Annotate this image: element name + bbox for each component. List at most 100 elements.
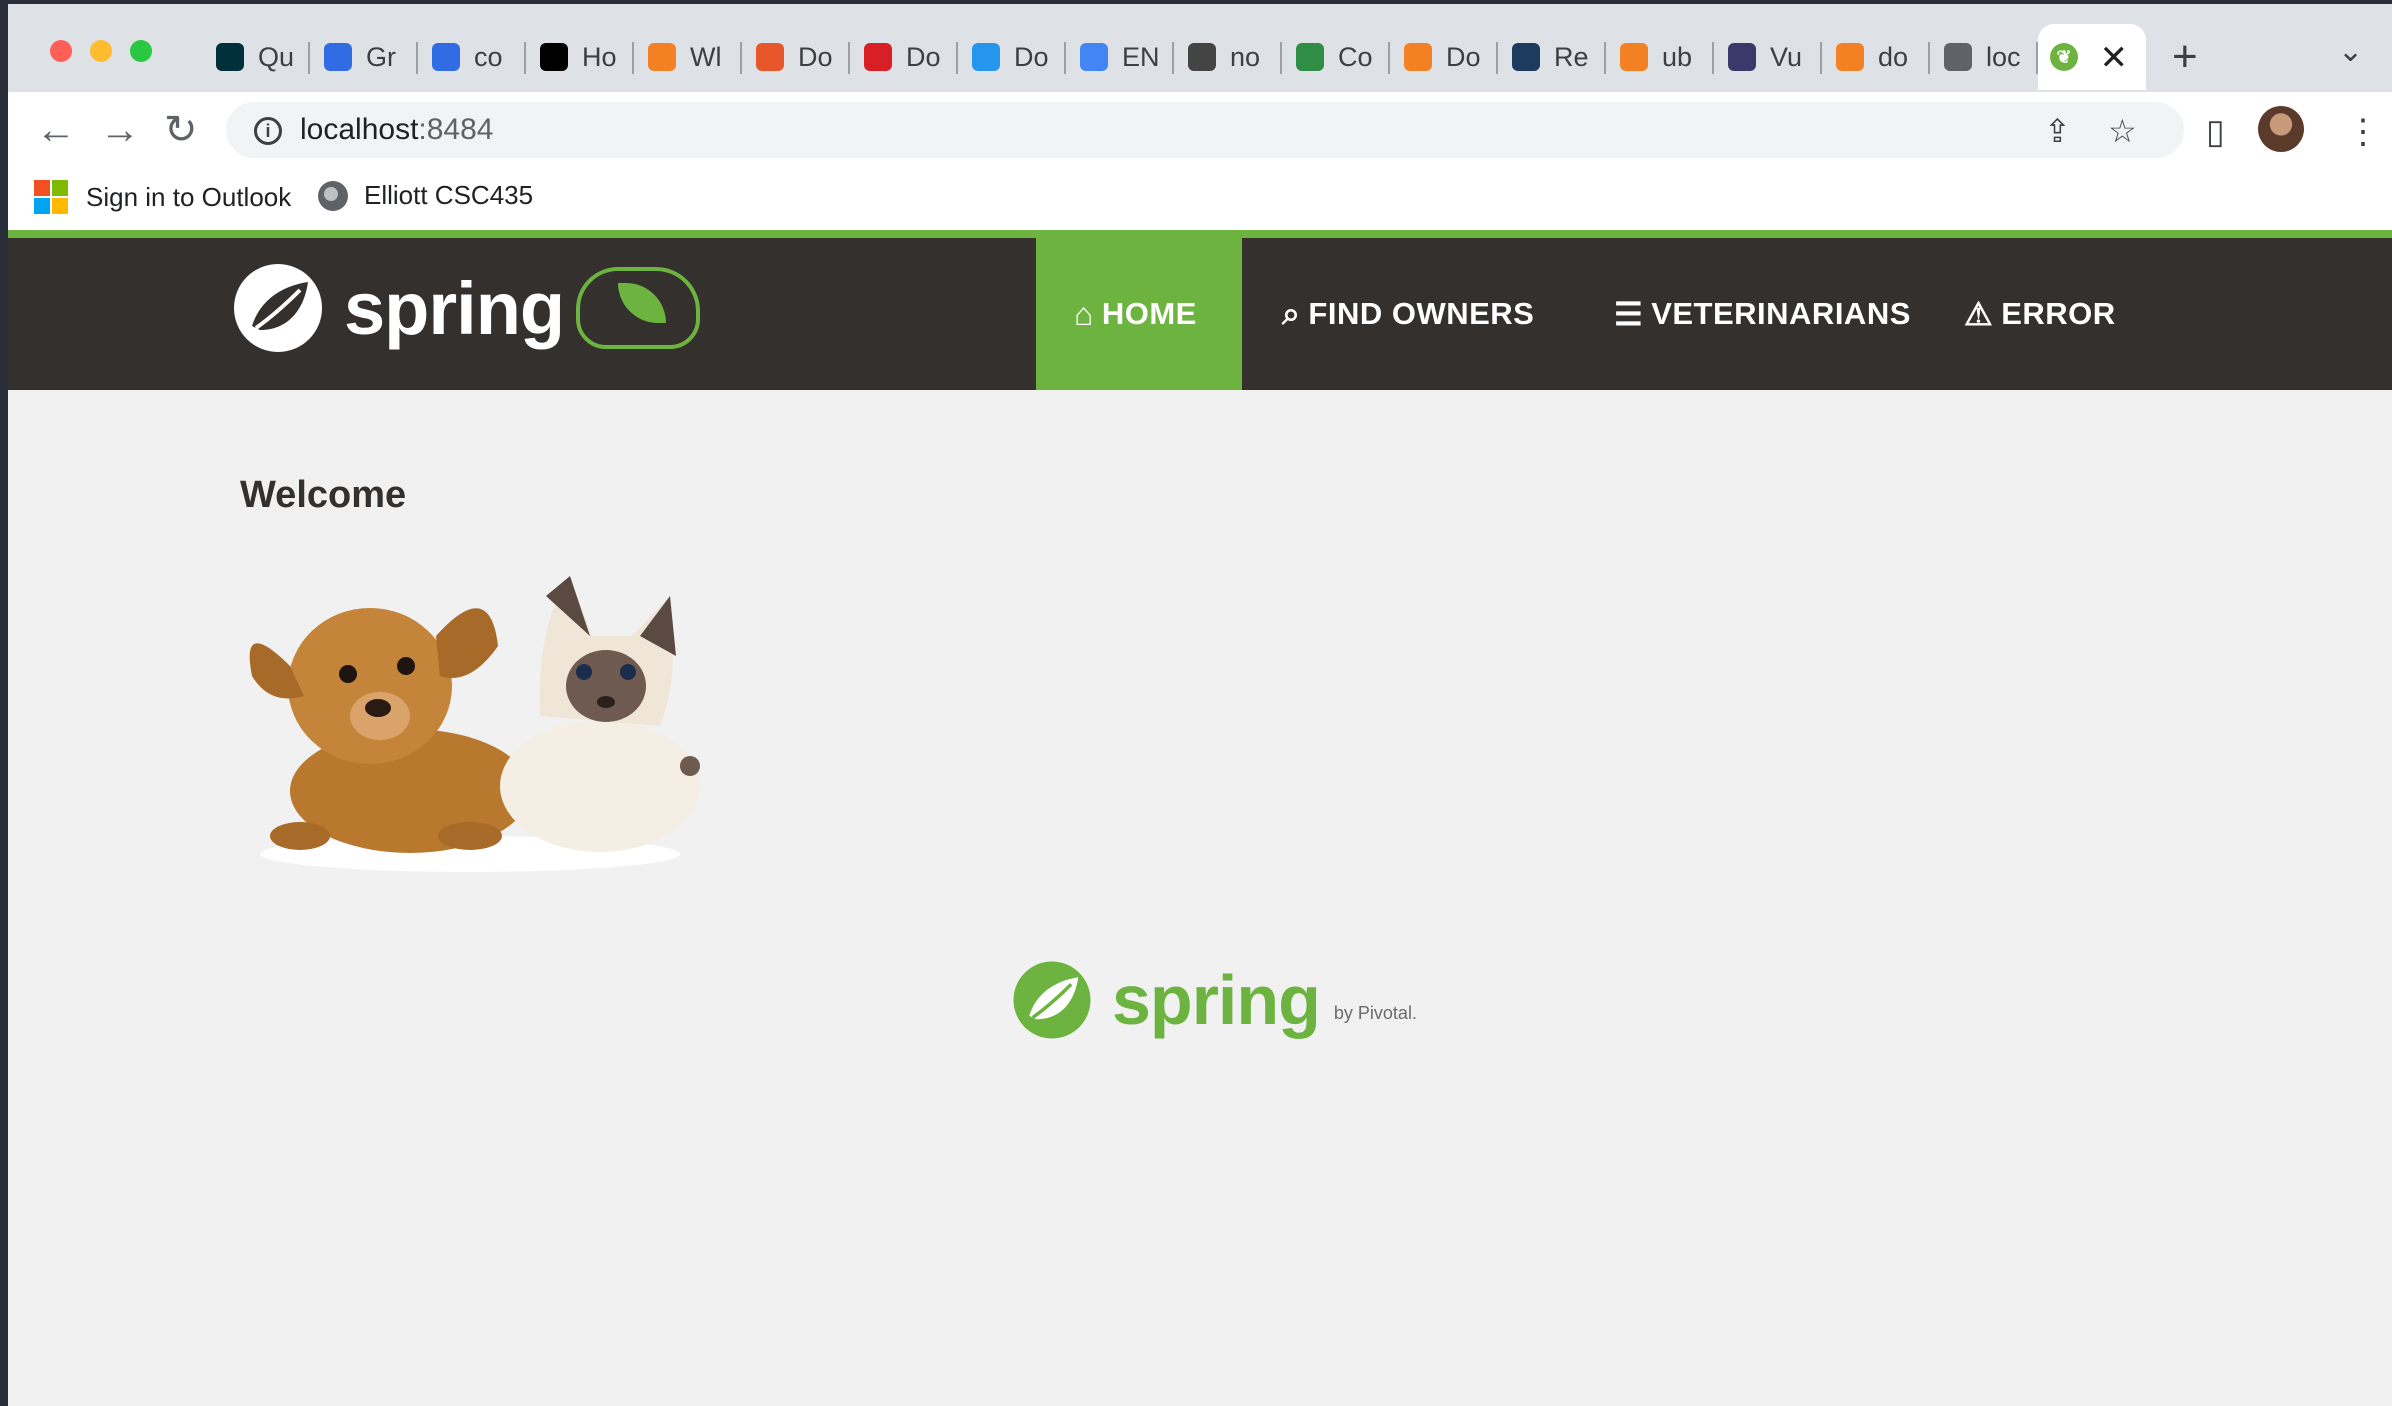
browser-tab[interactable]: Do [960, 24, 1066, 90]
tab-separator [956, 42, 958, 74]
stackoverflow-icon [1836, 43, 1864, 71]
spring-leaf-icon [1013, 961, 1091, 1039]
tab-separator [416, 42, 418, 74]
close-tab-icon[interactable]: ✕ [2100, 38, 2129, 78]
tab-separator [1928, 42, 1930, 74]
tab-separator [1172, 42, 1174, 74]
nav-find-owners[interactable]: ⌕ FIND OWNERS [1244, 238, 1572, 390]
url-host: localhost [300, 113, 419, 146]
avatar[interactable] [2258, 106, 2304, 152]
browser-tab[interactable]: Wl [636, 24, 742, 90]
close-window-button[interactable] [50, 40, 72, 62]
tab-title: Vu [1770, 41, 1803, 72]
bookmark-elliott[interactable]: Elliott CSC435 [318, 180, 533, 211]
tab-title: Gr [366, 41, 396, 72]
browser-tab[interactable]: co [420, 24, 526, 90]
castle-icon [1728, 43, 1756, 71]
tab-title: EN [1122, 41, 1160, 72]
tab-separator [1064, 42, 1066, 74]
tab-separator [1496, 42, 1498, 74]
tab-separator [1280, 42, 1282, 74]
tab-title: Do [1446, 41, 1481, 72]
pets-image [249, 576, 700, 872]
bookmarks-bar: Sign in to Outlook Elliott CSC435 [8, 168, 2392, 230]
docker-icon [972, 43, 1000, 71]
menu-kebab-icon[interactable]: ⋮ [2346, 112, 2380, 152]
tab-title: no [1230, 41, 1261, 72]
tab-title: loc [1986, 41, 2021, 72]
list-icon: ☰ [1614, 296, 1644, 332]
minimize-window-button[interactable] [90, 40, 112, 62]
tab-separator [524, 42, 526, 74]
geeksforgeeks-icon [1296, 43, 1324, 71]
main-content: Welcome spring by Pivotal. [8, 390, 2392, 1406]
footer-by-pivotal: by Pivotal. [1333, 1002, 1417, 1023]
brand-logo[interactable]: spring [230, 258, 701, 358]
medium-icon [540, 43, 568, 71]
nav-error-label: ERROR [2001, 296, 2116, 331]
stackoverflow-icon [1404, 43, 1432, 71]
microsoft-icon [34, 180, 68, 214]
nav-home[interactable]: ⌂ HOME [1036, 238, 1242, 390]
nav-home-label: HOME [1101, 296, 1197, 331]
browser-tab[interactable]: Vu [1716, 24, 1822, 90]
browser-tab[interactable]: Re [1500, 24, 1606, 90]
bitbucket-icon [756, 43, 784, 71]
tab-active[interactable]: ❦ ✕ [2038, 24, 2146, 90]
forward-button[interactable]: → [100, 108, 140, 152]
home-icon: ⌂ [1074, 295, 1094, 332]
maximize-window-button[interactable] [130, 40, 152, 62]
nav-find-owners-label: FIND OWNERS [1308, 296, 1535, 331]
browser-toolbar: ← → ↻ i localhost:8484 ⇪ ☆ ▯ ⋮ [8, 92, 2392, 168]
side-panel-icon[interactable]: ▯ [2206, 112, 2225, 152]
accent-bar [8, 230, 2392, 238]
browser-tab[interactable]: Do [852, 24, 958, 90]
browser-tab[interactable]: EN [1068, 24, 1174, 90]
browser-tab[interactable]: Do [744, 24, 850, 90]
tab-title: Do [906, 41, 941, 72]
google-icon [1080, 43, 1108, 71]
tab-separator [1820, 42, 1822, 74]
bookmark-outlook[interactable]: Sign in to Outlook [34, 180, 291, 214]
bookmark-label: Elliott CSC435 [364, 180, 534, 210]
stackoverflow-icon [1620, 43, 1648, 71]
new-tab-button[interactable]: + [2172, 32, 2198, 82]
bookmark-label: Sign in to Outlook [86, 181, 292, 212]
tab-title: Re [1554, 41, 1589, 72]
tab-title: Do [1014, 41, 1049, 72]
browser-tab[interactable]: do [1824, 24, 1930, 90]
globe-icon [1944, 43, 1972, 71]
warning-icon: ⚠ [1964, 296, 1994, 332]
tab-title: Qu [258, 41, 295, 72]
tab-title: co [474, 41, 503, 72]
share-icon[interactable]: ⇪ [2044, 112, 2071, 150]
url-text[interactable]: localhost:8484 [300, 113, 493, 147]
browser-tab[interactable]: ub [1608, 24, 1714, 90]
nav-veterinarians[interactable]: ☰ VETERINARIANS [1576, 238, 1949, 390]
reload-button[interactable]: ↻ [164, 108, 198, 152]
back-button[interactable]: ← [36, 108, 76, 152]
tab-separator [1712, 42, 1714, 74]
brand-text: spring [344, 266, 565, 350]
address-bar[interactable]: i localhost:8484 ⇪ ☆ [226, 102, 2184, 158]
tab-separator [848, 42, 850, 74]
spring-icon: ❦ [2050, 43, 2078, 71]
grid-icon [1188, 43, 1216, 71]
footer-brand-text: spring [1112, 961, 1321, 1039]
nav-error[interactable]: ⚠ ERROR [1926, 238, 2154, 390]
docker-circle-icon [1512, 43, 1540, 71]
tab-title: Ho [582, 41, 617, 72]
tab-title: ub [1662, 41, 1693, 72]
browser-tab[interactable]: Do [1392, 24, 1498, 90]
browser-tab[interactable]: Gr [312, 24, 418, 90]
info-icon[interactable]: i [254, 117, 282, 145]
bookmark-star-icon[interactable]: ☆ [2108, 112, 2137, 150]
gradle-icon [216, 43, 244, 71]
browser-tab[interactable]: Ho [528, 24, 634, 90]
tab-strip: Qu Gr co Ho Wl Do Do Do EN no Co Do Re ub Vu do loc ❦ ✕ … [8, 4, 2392, 92]
tab-search-chevron-icon[interactable]: ⌄ [2338, 34, 2363, 69]
browser-tab[interactable]: Co [1284, 24, 1390, 90]
browser-tab[interactable]: no [1176, 24, 1282, 90]
browser-tab[interactable]: Qu [204, 24, 310, 90]
browser-tab[interactable]: loc [1932, 24, 2038, 90]
